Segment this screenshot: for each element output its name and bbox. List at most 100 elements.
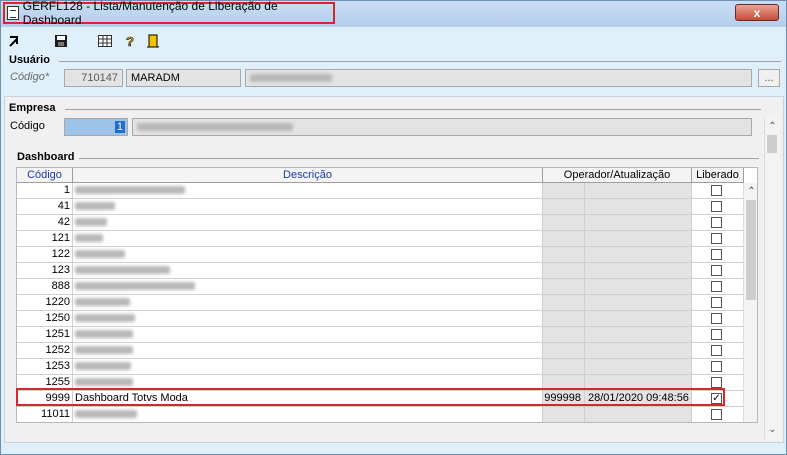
- exit-icon[interactable]: [7, 34, 23, 50]
- row-operator: [543, 247, 585, 263]
- scroll-down-icon[interactable]: ⌄: [765, 423, 780, 437]
- row-operator: [543, 183, 585, 199]
- redacted-text: [75, 314, 135, 323]
- table-row[interactable]: 122: [17, 247, 744, 263]
- liberado-checkbox[interactable]: [711, 185, 722, 196]
- row-updated: [585, 311, 692, 327]
- row-liberado: [692, 183, 744, 199]
- row-liberado: [692, 263, 744, 279]
- usuario-login-field[interactable]: MARADM: [126, 69, 241, 87]
- table-row[interactable]: 1252: [17, 343, 744, 359]
- usuario-group-label: Usuário: [9, 54, 50, 66]
- redacted-text: [75, 378, 133, 387]
- liberado-checkbox[interactable]: [711, 201, 722, 212]
- row-operator: [543, 343, 585, 359]
- row-updated: [585, 263, 692, 279]
- row-operator: [543, 263, 585, 279]
- scroll-up-icon[interactable]: ⌃: [744, 185, 757, 199]
- row-operator: [543, 311, 585, 327]
- table-row[interactable]: 1251: [17, 327, 744, 343]
- row-description: [73, 247, 543, 263]
- usuario-lookup-button[interactable]: ...: [758, 69, 780, 87]
- row-code: 1250: [17, 311, 73, 327]
- grid-icon[interactable]: [97, 34, 113, 50]
- row-description: [73, 327, 543, 343]
- scroll-up-icon[interactable]: ⌃: [765, 120, 780, 134]
- empresa-code-field[interactable]: 1: [64, 118, 128, 136]
- row-code: 123: [17, 263, 73, 279]
- liberado-checkbox[interactable]: [711, 297, 722, 308]
- liberado-checkbox[interactable]: [711, 345, 722, 356]
- row-operator: [543, 359, 585, 375]
- row-description: [73, 359, 543, 375]
- scrollbar-thumb[interactable]: [746, 200, 756, 300]
- row-description: [73, 311, 543, 327]
- liberado-checkbox[interactable]: [711, 233, 722, 244]
- redacted-text: [75, 282, 195, 291]
- row-operator: [543, 279, 585, 295]
- liberado-checkbox[interactable]: [711, 329, 722, 340]
- table-scrollbar[interactable]: ⌃: [743, 183, 757, 422]
- table-row[interactable]: 1220: [17, 295, 744, 311]
- table-row[interactable]: 123: [17, 263, 744, 279]
- row-liberado: [692, 231, 744, 247]
- scrollbar-thumb[interactable]: [767, 135, 777, 153]
- liberado-checkbox[interactable]: [711, 313, 722, 324]
- panel-scrollbar[interactable]: ⌃ ⌄: [764, 118, 780, 439]
- row-code: 121: [17, 231, 73, 247]
- close-button[interactable]: x: [735, 4, 779, 21]
- row-operator: [543, 199, 585, 215]
- row-code: 1252: [17, 343, 73, 359]
- app-window: GERFL128 - Lista/Manutenção de Liberação…: [0, 0, 787, 455]
- table-row[interactable]: 1253: [17, 359, 744, 375]
- row-updated: [585, 359, 692, 375]
- title-bar[interactable]: GERFL128 - Lista/Manutenção de Liberação…: [1, 0, 786, 27]
- column-header-liberado[interactable]: Liberado: [692, 168, 744, 183]
- redacted-text: [75, 250, 125, 259]
- liberado-checkbox[interactable]: [711, 281, 722, 292]
- liberado-checkbox[interactable]: [711, 249, 722, 260]
- liberado-checkbox[interactable]: ✓: [711, 393, 722, 404]
- table-row[interactable]: 11011: [17, 407, 744, 422]
- empresa-divider: [65, 109, 761, 110]
- help-icon[interactable]: ?: [122, 34, 138, 50]
- liberado-checkbox[interactable]: [711, 409, 722, 420]
- row-updated: [585, 215, 692, 231]
- usuario-name-field[interactable]: [245, 69, 752, 87]
- usuario-code-field[interactable]: 710147: [64, 69, 123, 87]
- row-description: Dashboard Totvs Moda: [73, 391, 543, 407]
- liberado-checkbox[interactable]: [711, 217, 722, 228]
- table-row[interactable]: 41: [17, 199, 744, 215]
- row-updated: [585, 247, 692, 263]
- row-description: [73, 295, 543, 311]
- row-code: 9999: [17, 391, 73, 407]
- row-liberado: [692, 199, 744, 215]
- row-updated: [585, 327, 692, 343]
- row-updated: 28/01/2020 09:48:56: [585, 391, 692, 407]
- column-header-operator[interactable]: Operador/Atualização: [543, 168, 692, 183]
- svg-text:?: ?: [126, 34, 134, 48]
- redacted-text: [75, 218, 107, 227]
- liberado-checkbox[interactable]: [711, 265, 722, 276]
- door-icon[interactable]: [145, 34, 161, 50]
- table-row[interactable]: 1255: [17, 375, 744, 391]
- liberado-checkbox[interactable]: [711, 377, 722, 388]
- row-updated: [585, 199, 692, 215]
- table-row[interactable]: 1: [17, 183, 744, 199]
- table-row[interactable]: 1250: [17, 311, 744, 327]
- liberado-checkbox[interactable]: [711, 361, 722, 372]
- save-icon[interactable]: [53, 34, 69, 50]
- dashboard-table: Código Descrição Operador/Atualização Li…: [16, 167, 758, 423]
- empresa-name-field[interactable]: [132, 118, 752, 136]
- row-updated: [585, 375, 692, 391]
- table-row[interactable]: 9999 Dashboard Totvs Moda 999998 28/01/2020…: [17, 391, 744, 407]
- table-row[interactable]: 121: [17, 231, 744, 247]
- table-row[interactable]: 42: [17, 215, 744, 231]
- table-row[interactable]: 888: [17, 279, 744, 295]
- column-header-code[interactable]: Código: [17, 168, 73, 183]
- column-header-description[interactable]: Descrição: [73, 168, 543, 183]
- row-operator: [543, 295, 585, 311]
- row-description: [73, 407, 543, 422]
- document-icon: [7, 6, 19, 20]
- empresa-code-value: 1: [114, 121, 125, 133]
